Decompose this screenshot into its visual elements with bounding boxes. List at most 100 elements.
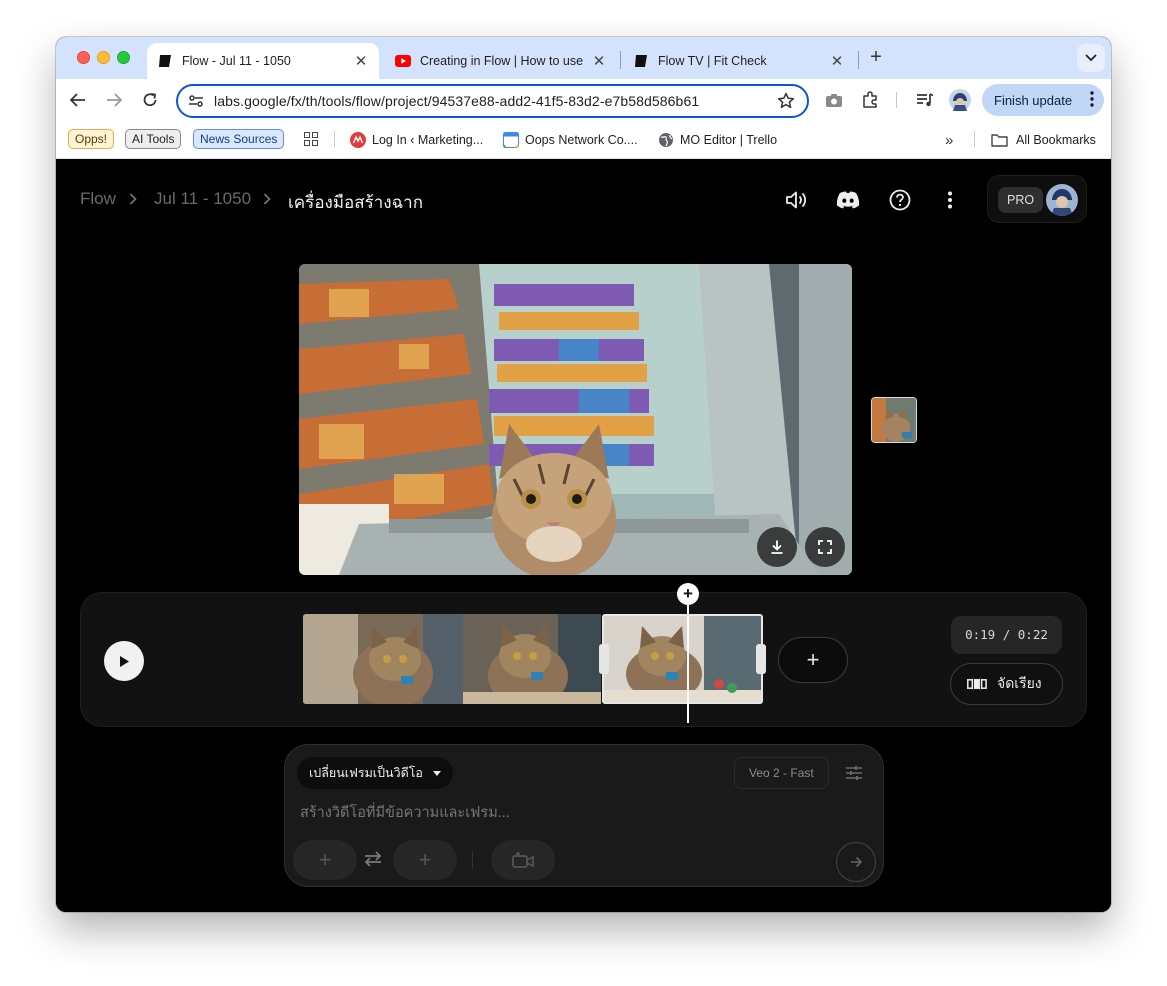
window-minimize-button[interactable] <box>97 51 110 64</box>
mode-select[interactable]: เปลี่ยนเฟรมเป็นวิดีโอ <box>297 757 453 789</box>
plus-icon: + <box>318 847 332 872</box>
calendar-icon <box>503 132 519 148</box>
folder-icon <box>991 132 1008 148</box>
profile-avatar-icon[interactable] <box>948 88 972 112</box>
clip-trim-handle-left[interactable] <box>599 644 609 674</box>
time-display: 0:19 / 0:22 <box>951 616 1062 654</box>
close-icon[interactable]: ✕ <box>829 52 845 70</box>
add-start-frame-button[interactable]: + <box>293 840 357 880</box>
tab-search-button[interactable] <box>1077 44 1105 72</box>
clip-thumbnail <box>604 616 761 702</box>
model-select[interactable]: Veo 2 - Fast <box>734 757 829 789</box>
tab-divider <box>858 51 859 69</box>
pro-badge: PRO <box>998 187 1044 213</box>
insert-at-playhead-button[interactable]: + <box>677 583 699 605</box>
arrow-right-icon <box>107 93 122 107</box>
model-label: Veo 2 - Fast <box>749 766 814 780</box>
bookmark-mo-editor-trello[interactable]: MO Editor | Trello <box>658 130 777 150</box>
bookmark-label: Log In ‹ Marketing... <box>372 133 484 147</box>
close-icon[interactable]: ✕ <box>353 52 369 70</box>
bookmarks-divider <box>974 131 975 147</box>
arrange-label: จัดเรียง <box>997 675 1042 691</box>
breadcrumb-scene-builder: เครื่องมือสร้างฉาก <box>288 193 424 212</box>
more-vert-icon[interactable] <box>937 187 963 213</box>
settings-sliders-icon[interactable] <box>843 762 865 784</box>
prompt-input[interactable]: สร้างวิดีโอที่มีข้อความและเฟรม... <box>300 801 510 824</box>
tab-title: Creating in Flow | How to use <box>420 54 583 68</box>
address-bar[interactable]: labs.google/fx/th/tools/flow/project/945… <box>176 84 809 118</box>
apps-grid-icon[interactable] <box>304 132 318 151</box>
bookmark-oops-network[interactable]: Oops Network Co.... <box>503 130 638 150</box>
breadcrumb-flow[interactable]: Flow <box>80 189 116 209</box>
clip-trim-handle-right[interactable] <box>756 644 766 674</box>
avatar[interactable] <box>1046 184 1078 216</box>
chevron-right-icon <box>263 192 271 210</box>
reload-button[interactable] <box>138 88 162 112</box>
add-end-frame-button[interactable]: + <box>393 840 457 880</box>
media-control-icon[interactable] <box>913 88 937 112</box>
close-icon[interactable]: ✕ <box>591 52 607 70</box>
flow-icon <box>157 53 173 69</box>
url-text[interactable]: labs.google/fx/th/tools/flow/project/945… <box>214 93 699 109</box>
site-settings-icon[interactable] <box>188 93 204 114</box>
video-camera-icon <box>512 852 534 868</box>
play-icon <box>120 655 129 667</box>
bookmark-login-marketing[interactable]: Log In ‹ Marketing... <box>350 130 483 150</box>
new-tab-button[interactable]: + <box>865 47 887 69</box>
plus-icon: + <box>806 647 820 672</box>
finish-update-button[interactable]: Finish update <box>982 84 1104 116</box>
camera-motion-button[interactable] <box>491 840 555 880</box>
playhead[interactable] <box>687 591 689 723</box>
arrange-button[interactable]: จัดเรียง <box>950 663 1063 705</box>
bookmark-chip-ai-tools[interactable]: AI Tools <box>125 129 182 149</box>
timeline-clip-1[interactable] <box>303 614 463 704</box>
tab-flow-tv[interactable]: Flow TV | Fit Check ✕ <box>623 43 855 79</box>
mode-label: เปลี่ยนเฟรมเป็นวิดีโอ <box>309 766 423 780</box>
tab-strip: Flow - Jul 11 - 1050 ✕ Creating in Flow … <box>56 37 1111 79</box>
profile-menu[interactable]: PRO <box>987 175 1087 223</box>
timeline-clip-3-selected[interactable] <box>602 614 763 704</box>
finish-update-label: Finish update <box>994 92 1073 108</box>
camera-icon[interactable] <box>822 88 846 112</box>
bookmarks-divider <box>334 131 335 147</box>
flow-icon <box>633 53 649 69</box>
bookmark-chip-news-sources[interactable]: News Sources <box>193 129 285 149</box>
swap-frames-icon[interactable] <box>363 850 383 873</box>
volume-icon[interactable] <box>783 187 809 213</box>
tab-youtube[interactable]: Creating in Flow | How to use ✕ <box>385 43 617 79</box>
discord-icon[interactable] <box>835 187 861 213</box>
download-icon <box>771 540 783 554</box>
reload-icon <box>143 93 157 107</box>
all-bookmarks-button[interactable]: All Bookmarks <box>991 130 1096 150</box>
browser-window: Flow - Jul 11 - 1050 ✕ Creating in Flow … <box>56 37 1111 912</box>
window-zoom-button[interactable] <box>117 51 130 64</box>
play-button[interactable] <box>104 641 144 681</box>
bookmark-chip-opps[interactable]: Opps! <box>68 129 115 149</box>
tab-flow-project[interactable]: Flow - Jul 11 - 1050 ✕ <box>147 43 379 79</box>
chevron-right-icon <box>129 192 137 210</box>
frame-thumbnail[interactable] <box>871 397 917 443</box>
add-clip-button[interactable]: + <box>778 637 848 683</box>
help-icon[interactable] <box>887 187 913 213</box>
tab-divider <box>620 51 621 69</box>
window-close-button[interactable] <box>77 51 90 64</box>
timeline-clip-2[interactable] <box>463 614 601 704</box>
more-vert-icon <box>1090 91 1094 110</box>
forward-button[interactable] <box>102 88 126 112</box>
bookmark-label: MO Editor | Trello <box>680 133 778 147</box>
send-button[interactable] <box>836 842 876 882</box>
youtube-icon <box>395 53 411 69</box>
prompt-divider <box>472 851 473 869</box>
flow-app: Flow Jul 11 - 1050 เครื่องมือสร้างฉาก PR… <box>56 159 1111 912</box>
breadcrumb-project[interactable]: Jul 11 - 1050 <box>154 189 251 209</box>
back-button[interactable] <box>66 88 90 112</box>
bookmarks-bar: Opps! AI Tools News Sources Log In ‹ Mar… <box>56 121 1111 159</box>
bookmark-star-icon[interactable] <box>777 92 795 115</box>
extensions-icon[interactable] <box>858 88 882 112</box>
clip-thumbnail <box>463 614 601 704</box>
frame-thumbnail-image <box>872 398 916 442</box>
chevron-double-right-icon[interactable]: » <box>945 132 953 149</box>
video-preview[interactable] <box>299 264 852 575</box>
download-button[interactable] <box>757 527 797 567</box>
fullscreen-button[interactable] <box>805 527 845 567</box>
